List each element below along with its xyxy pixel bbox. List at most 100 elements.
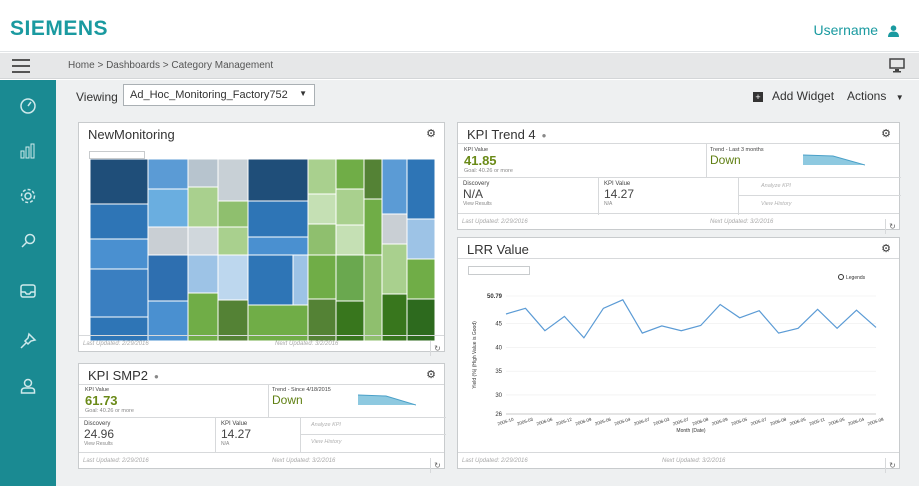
y-tick-label: 30: [495, 393, 502, 399]
refresh-icon[interactable]: ↻: [885, 219, 899, 234]
treemap-tile: [406, 218, 435, 260]
widget-title: NewMonitoring: [88, 127, 175, 142]
add-widget-button[interactable]: + Add Widget: [753, 89, 834, 103]
next-updated: Next Updated: 3/2/2016: [710, 219, 774, 225]
x-tick-label: 2006-07: [633, 416, 651, 426]
kpi-value: 41.85: [464, 153, 497, 168]
treemap-tile: [90, 268, 149, 318]
widget-footer: Last Updated: 2/29/2016 Next Updated: 3/…: [458, 213, 899, 234]
chevron-down-icon: ▼: [299, 89, 307, 98]
refresh-icon[interactable]: ↻: [430, 458, 444, 473]
x-tick-label: 2006-08: [770, 416, 788, 426]
sidebar-item-reports[interactable]: [14, 137, 42, 165]
gear-icon[interactable]: ⚙: [426, 368, 436, 381]
refresh-icon[interactable]: ↻: [885, 458, 899, 473]
sidebar: [0, 80, 56, 486]
widget-kpi-smp: KPI SMP2 ● ⚙ KPI Value 61.73 Goal: 40.26 …: [78, 363, 446, 473]
gear-icon: [20, 188, 36, 204]
last-updated: Last Updated: 2/29/2016: [462, 458, 528, 464]
user-icon: [20, 378, 36, 394]
next-updated: Next Updated: 3/2/2016: [272, 458, 336, 464]
analyze-kpi-link[interactable]: Analyze KPI: [761, 183, 791, 189]
treemap-filter[interactable]: [89, 151, 145, 159]
x-tick-label: 2006-05: [789, 416, 807, 426]
trend-value: Down: [710, 153, 741, 167]
view-history-link[interactable]: View History: [311, 439, 341, 445]
kpi-value-block: KPI Value 61.73 Goal: 40.26 or more: [85, 387, 134, 414]
trend-sparkline: [803, 154, 865, 166]
trend-block: Trend - Since 4/18/2015 Down: [272, 387, 331, 407]
chart-legend[interactable]: Legends: [838, 274, 865, 281]
legend-label: Legends: [846, 275, 866, 281]
treemap-tile: [307, 159, 337, 195]
treemap-tile: [90, 203, 149, 240]
treemap-tile: [90, 159, 149, 205]
discovery-cell: Discovery 24.96 View Results: [79, 417, 215, 453]
hamburger-menu-icon[interactable]: [12, 59, 30, 73]
gear-icon[interactable]: ⚙: [881, 242, 891, 255]
widget-footer: Last Updated: 2/29/2016 Next Updated: 3/…: [458, 452, 899, 473]
treemap-tile: [147, 188, 189, 228]
treemap-tile: [307, 193, 337, 225]
add-widget-label: Add Widget: [772, 89, 835, 103]
treemap-tile: [187, 186, 219, 228]
divider: [706, 143, 707, 177]
search-icon: [21, 233, 36, 248]
chart-filter[interactable]: [468, 266, 530, 275]
divider: [458, 143, 899, 144]
treemap-tile: [307, 254, 337, 300]
sidebar-item-inbox[interactable]: [14, 277, 42, 305]
treemap-tile: [381, 293, 408, 341]
sidebar-item-pins[interactable]: [14, 327, 42, 355]
gear-icon[interactable]: ⚙: [426, 127, 436, 140]
x-tick-label: 2006-04: [847, 416, 865, 426]
sidebar-item-search[interactable]: [14, 227, 42, 255]
view-results-link[interactable]: View Results: [84, 441, 210, 447]
view-results-link[interactable]: View Results: [463, 201, 593, 207]
widget-title-row: KPI Trend 4 ●: [467, 127, 547, 142]
sidebar-item-monitoring[interactable]: [14, 92, 42, 120]
info-icon[interactable]: ●: [542, 131, 547, 140]
x-tick-label: 2005-08: [867, 416, 885, 426]
sidebar-item-settings[interactable]: [14, 182, 42, 210]
user-menu[interactable]: Username: [814, 22, 899, 38]
dashboard-select[interactable]: Ad_Hoc_Monitoring_Factory752 ▼: [123, 84, 315, 106]
widget-new-monitoring: NewMonitoring ⚙ Last Updated: 2/29/2016 …: [78, 122, 445, 356]
dashboard-select-value: Ad_Hoc_Monitoring_Factory752: [130, 89, 288, 101]
treemap-tile: [90, 238, 149, 270]
treemap-tile: [406, 159, 435, 220]
actions-label: Actions: [847, 89, 887, 103]
trend-value: Down: [272, 393, 303, 407]
view-toolbar: Viewing Ad_Hoc_Monitoring_Factory752 ▼ +…: [56, 80, 919, 114]
treemap-tile: [147, 159, 189, 190]
widget-title: KPI Trend 4: [467, 127, 536, 142]
series-line: [505, 299, 877, 339]
x-tick-label: 2005-11: [809, 417, 826, 427]
treemap-tile: [335, 159, 365, 190]
y-tick-label: 35: [495, 369, 502, 375]
actions-menu[interactable]: Actions ▼: [847, 89, 904, 103]
view-history-link[interactable]: View History: [761, 201, 791, 207]
x-tick-label: 2005-04: [614, 416, 632, 426]
app-window: SIEMENS Username Home > Dashboards > Cat…: [0, 0, 919, 486]
sidebar-item-users[interactable]: [14, 372, 42, 400]
monitor-icon[interactable]: [889, 58, 905, 73]
links-cell: Analyze KPI View History: [738, 177, 901, 215]
breadcrumb: Home > Dashboards > Category Management: [68, 60, 274, 71]
y-tick-label: 26: [495, 412, 502, 418]
kpi-value: 61.73: [85, 393, 118, 408]
divider: [268, 384, 269, 417]
treemap-tile: [381, 213, 408, 245]
discovery-cell: Discovery N/A View Results: [458, 177, 598, 215]
gear-icon[interactable]: ⚙: [881, 127, 891, 140]
kpi2-value: 14.27: [604, 187, 635, 201]
x-tick-label: 2006-05: [828, 416, 846, 426]
bar-chart-icon: [20, 143, 35, 159]
pin-icon: [20, 332, 37, 349]
treemap-tile: [147, 254, 189, 302]
analyze-kpi-link[interactable]: Analyze KPI: [311, 422, 341, 428]
info-icon[interactable]: ●: [154, 372, 159, 381]
treemap-tile: [363, 198, 383, 256]
treemap-tile: [335, 224, 365, 256]
refresh-icon[interactable]: ↻: [430, 341, 444, 356]
